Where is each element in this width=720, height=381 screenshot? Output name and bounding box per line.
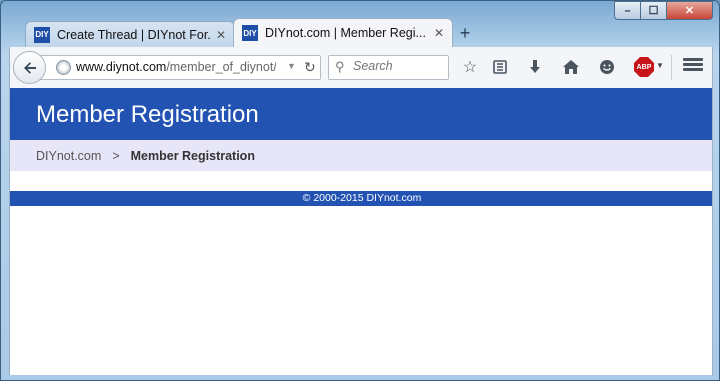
tab-title: Create Thread | DIYnot For...: [57, 27, 210, 42]
search-icon: ⚲: [335, 59, 345, 74]
hello-icon[interactable]: [596, 57, 618, 77]
tab-strip: DIY Create Thread | DIYnot For... ✕ DIY …: [9, 18, 709, 47]
adblock-dropdown-icon[interactable]: ▼: [656, 61, 664, 70]
menu-icon[interactable]: [683, 56, 703, 76]
site-identity-icon[interactable]: [56, 60, 71, 75]
diy-favicon-icon: DIY: [242, 25, 258, 41]
breadcrumb-separator: >: [112, 148, 120, 163]
close-tab-icon[interactable]: ✕: [216, 28, 226, 42]
url-text[interactable]: www.diynot.com/member_of_diynot/re: [76, 60, 276, 74]
toolbar-divider: [671, 55, 672, 80]
url-path: /member_of_diynot/re: [166, 60, 276, 74]
breadcrumb: DIYnot.com > Member Registration: [10, 140, 712, 171]
page-title: Member Registration: [36, 101, 259, 128]
close-tab-icon[interactable]: ✕: [434, 26, 444, 40]
search-box[interactable]: ⚲: [328, 55, 449, 80]
breadcrumb-home-link[interactable]: DIYnot.com: [36, 149, 101, 163]
tab-member-registration[interactable]: DIY DIYnot.com | Member Regi... ✕: [233, 18, 453, 47]
site-footer: © 2000-2015 DIYnot.com: [10, 191, 712, 206]
new-tab-button[interactable]: +: [455, 23, 475, 44]
back-arrow-icon: [23, 61, 36, 74]
tab-title: DIYnot.com | Member Regi...: [265, 26, 426, 40]
url-domain: www.diynot.com: [76, 60, 167, 74]
adblock-icon[interactable]: ABP: [634, 57, 654, 77]
url-bar[interactable]: www.diynot.com/member_of_diynot/re ▼ ↻: [30, 55, 321, 80]
bookmark-star-icon[interactable]: ☆: [459, 57, 481, 77]
breadcrumb-current: Member Registration: [130, 148, 255, 163]
home-icon[interactable]: [560, 57, 582, 77]
reload-icon[interactable]: ↻: [304, 59, 316, 76]
tab-create-thread[interactable]: DIY Create Thread | DIYnot For... ✕: [25, 21, 235, 47]
download-icon[interactable]: [524, 57, 546, 77]
back-button[interactable]: [13, 51, 46, 84]
reading-list-icon[interactable]: [489, 57, 511, 77]
site-header: Member Registration: [10, 88, 712, 140]
browser-window: – ☐ ✕ DIY Create Thread | DIYnot For... …: [0, 0, 720, 381]
diy-favicon-icon: DIY: [34, 26, 50, 43]
page-content: Member Registration DIYnot.com > Member …: [9, 88, 713, 375]
history-dropdown-icon[interactable]: ▼: [287, 61, 296, 71]
navigation-toolbar: www.diynot.com/member_of_diynot/re ▼ ↻ ⚲…: [9, 47, 713, 88]
search-input[interactable]: [353, 59, 443, 73]
